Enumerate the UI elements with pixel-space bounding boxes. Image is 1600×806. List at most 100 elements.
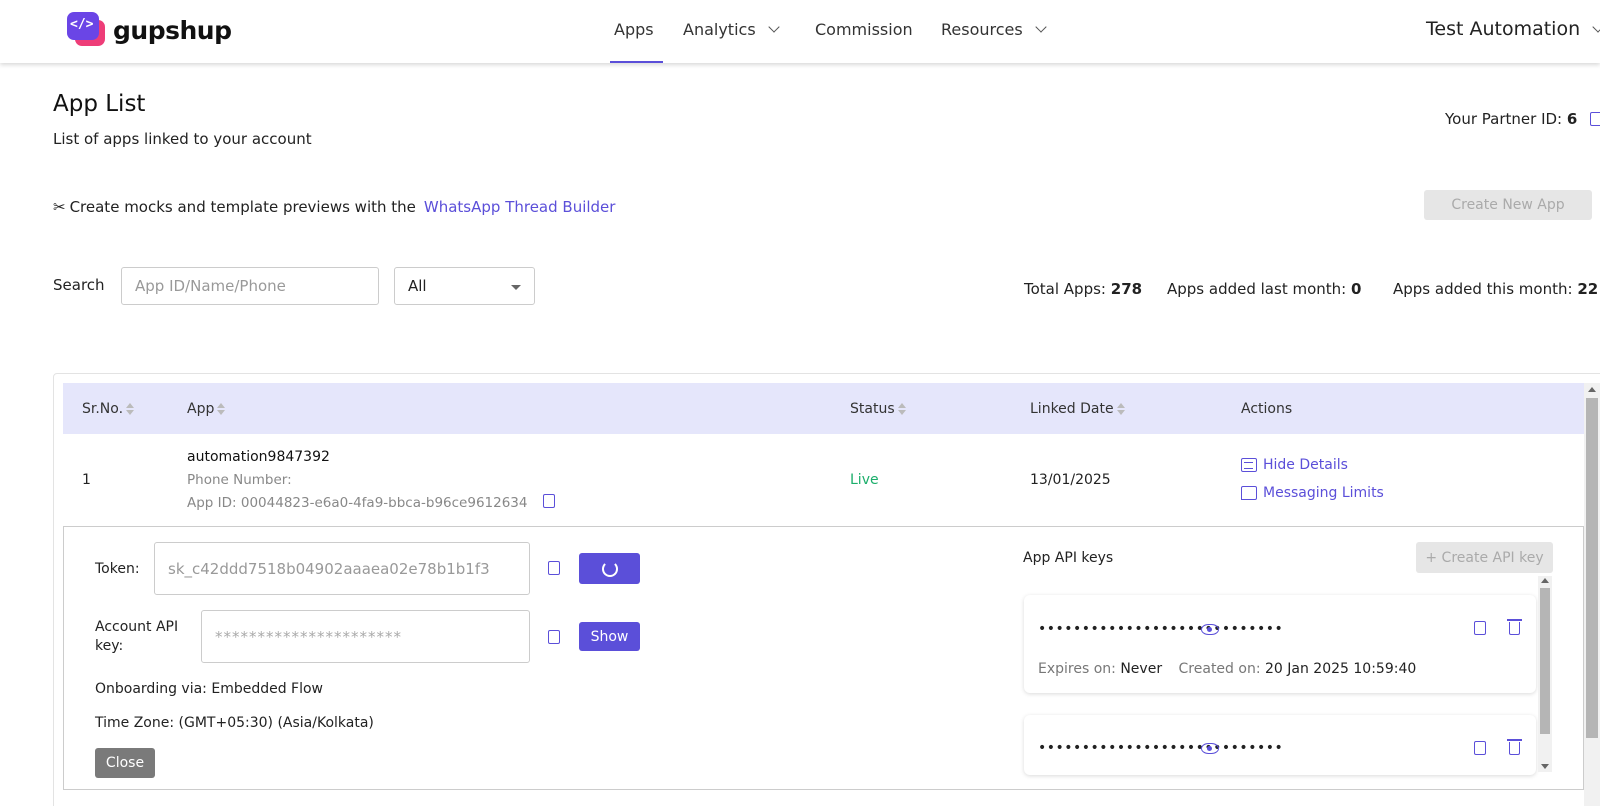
created-label: Created on: xyxy=(1178,661,1261,677)
total-apps-stat: Total Apps: 278 xyxy=(1024,280,1142,298)
app-phone: Phone Number: xyxy=(187,472,292,488)
message-icon xyxy=(1241,486,1257,500)
header-app-label: App xyxy=(187,401,215,417)
gupshup-logo[interactable]: </> gupshup xyxy=(67,12,232,48)
thread-builder-banner: ✂ Create mocks and template previews wit… xyxy=(53,198,615,216)
search-input[interactable] xyxy=(121,267,379,305)
status-filter-select[interactable]: All xyxy=(394,267,535,305)
nav-commission-label: Commission xyxy=(815,20,913,39)
api-key-meta: Expires on: Never Created on: 20 Jan 202… xyxy=(1038,661,1416,677)
messaging-limits-link[interactable]: Messaging Limits xyxy=(1241,485,1384,501)
page-title: App List xyxy=(53,91,146,117)
hide-details-label: Hide Details xyxy=(1263,457,1348,473)
header-srno[interactable]: Sr.No. xyxy=(82,401,135,417)
close-details-button[interactable]: Close xyxy=(95,748,155,778)
page-subtitle: List of apps linked to your account xyxy=(53,130,312,148)
header-srno-label: Sr.No. xyxy=(82,401,124,417)
refresh-icon xyxy=(601,560,618,577)
nav-analytics[interactable]: Analytics xyxy=(683,20,780,39)
expires-label: Expires on: xyxy=(1038,661,1116,677)
thread-builder-link[interactable]: WhatsApp Thread Builder xyxy=(424,198,616,216)
hide-details-link[interactable]: Hide Details xyxy=(1241,457,1348,473)
nav-apps[interactable]: Apps xyxy=(614,20,654,39)
builder-text: Create mocks and template previews with … xyxy=(69,198,416,216)
filter-value: All xyxy=(408,277,427,295)
row-srno: 1 xyxy=(82,472,91,488)
copy-icon[interactable] xyxy=(548,630,560,644)
partner-id-value: 6 xyxy=(1566,110,1578,128)
api-keys-scroll-thumb[interactable] xyxy=(1540,588,1550,734)
token-label: Token: xyxy=(95,561,140,577)
copy-icon[interactable] xyxy=(1590,112,1600,126)
account-name: Test Automation xyxy=(1426,18,1581,40)
list-icon xyxy=(1241,458,1257,472)
onboarding-info: Onboarding via: Embedded Flow xyxy=(95,681,323,697)
chevron-down-icon xyxy=(1035,21,1047,33)
copy-icon[interactable] xyxy=(1474,741,1486,755)
account-api-key-field[interactable]: ********************** xyxy=(201,610,530,663)
token-field[interactable]: sk_c42ddd7518b04902aaaea02e78b1b1f3 xyxy=(154,542,530,595)
copy-icon[interactable] xyxy=(543,494,555,508)
api-key-card xyxy=(1024,595,1536,693)
code-chat-logo-icon: </> xyxy=(67,12,107,48)
total-apps-label: Total Apps: xyxy=(1024,280,1106,298)
nav-analytics-label: Analytics xyxy=(683,20,756,39)
total-apps-value: 278 xyxy=(1110,280,1143,298)
scroll-up-arrow[interactable] xyxy=(1541,578,1549,583)
last-month-value: 0 xyxy=(1350,280,1362,298)
brand-name: gupshup xyxy=(113,15,232,45)
app-name: automation9847392 xyxy=(187,449,330,465)
eye-icon[interactable] xyxy=(1201,743,1219,754)
table-scroll-thumb[interactable] xyxy=(1586,398,1598,738)
top-header: </> gupshup Apps Analytics Commission Re… xyxy=(0,0,1600,63)
scroll-up-arrow[interactable] xyxy=(1588,387,1596,392)
header-status[interactable]: Status xyxy=(850,401,906,417)
sort-icon xyxy=(126,403,135,415)
show-api-key-button[interactable]: Show xyxy=(579,622,640,651)
header-linked-date-label: Linked Date xyxy=(1030,401,1114,417)
nav-commission[interactable]: Commission xyxy=(815,20,913,39)
created-value: 20 Jan 2025 10:59:40 xyxy=(1265,661,1417,677)
header-status-label: Status xyxy=(850,401,895,417)
timezone-value: (GMT+05:30) (Asia/Kolkata) xyxy=(178,715,374,731)
messaging-limits-label: Messaging Limits xyxy=(1263,485,1384,501)
this-month-value: 22 xyxy=(1577,280,1599,298)
sort-icon xyxy=(897,403,906,415)
create-api-key-button[interactable]: + Create API key xyxy=(1416,542,1553,573)
copy-icon[interactable] xyxy=(548,561,560,575)
active-nav-indicator xyxy=(610,61,663,63)
header-app[interactable]: App xyxy=(187,401,226,417)
regenerate-token-button[interactable] xyxy=(579,553,640,584)
header-actions: Actions xyxy=(1241,401,1292,417)
last-month-stat: Apps added last month: 0 xyxy=(1167,280,1361,298)
create-new-app-button[interactable]: Create New App xyxy=(1424,190,1592,220)
account-menu[interactable]: Test Automation xyxy=(1426,18,1600,40)
this-month-stat: Apps added this month: 22 xyxy=(1393,280,1598,298)
sort-icon xyxy=(217,403,226,415)
trash-icon[interactable] xyxy=(1507,619,1522,635)
account-api-key-label: Account API key: xyxy=(95,619,179,654)
app-id: App ID: 00044823-e6a0-4fa9-bbca-b96ce961… xyxy=(187,495,528,511)
copy-icon[interactable] xyxy=(1474,621,1486,635)
header-actions-label: Actions xyxy=(1241,401,1293,417)
caret-down-icon xyxy=(511,285,521,290)
chevron-down-icon xyxy=(1592,20,1600,33)
trash-icon[interactable] xyxy=(1507,739,1522,755)
onboarding-label: Onboarding via: xyxy=(95,681,207,697)
nav-apps-label: Apps xyxy=(614,20,654,39)
this-month-label: Apps added this month: xyxy=(1393,280,1573,298)
timezone-label: Time Zone: xyxy=(95,715,175,731)
sort-icon xyxy=(1116,403,1125,415)
table-header xyxy=(63,383,1584,434)
linked-date: 13/01/2025 xyxy=(1030,472,1111,488)
nav-resources-label: Resources xyxy=(941,20,1023,39)
partner-id: Your Partner ID: 6 xyxy=(1445,110,1577,128)
header-linked-date[interactable]: Linked Date xyxy=(1030,401,1125,417)
last-month-label: Apps added last month: xyxy=(1167,280,1347,298)
masked-api-key: •••••••••••••••••••••••••••• xyxy=(1038,621,1284,637)
scroll-down-arrow[interactable] xyxy=(1541,764,1549,769)
eye-icon[interactable] xyxy=(1201,624,1219,635)
app-api-keys-title: App API keys xyxy=(1023,550,1114,566)
tools-icon: ✂ xyxy=(53,198,66,216)
nav-resources[interactable]: Resources xyxy=(941,20,1047,39)
